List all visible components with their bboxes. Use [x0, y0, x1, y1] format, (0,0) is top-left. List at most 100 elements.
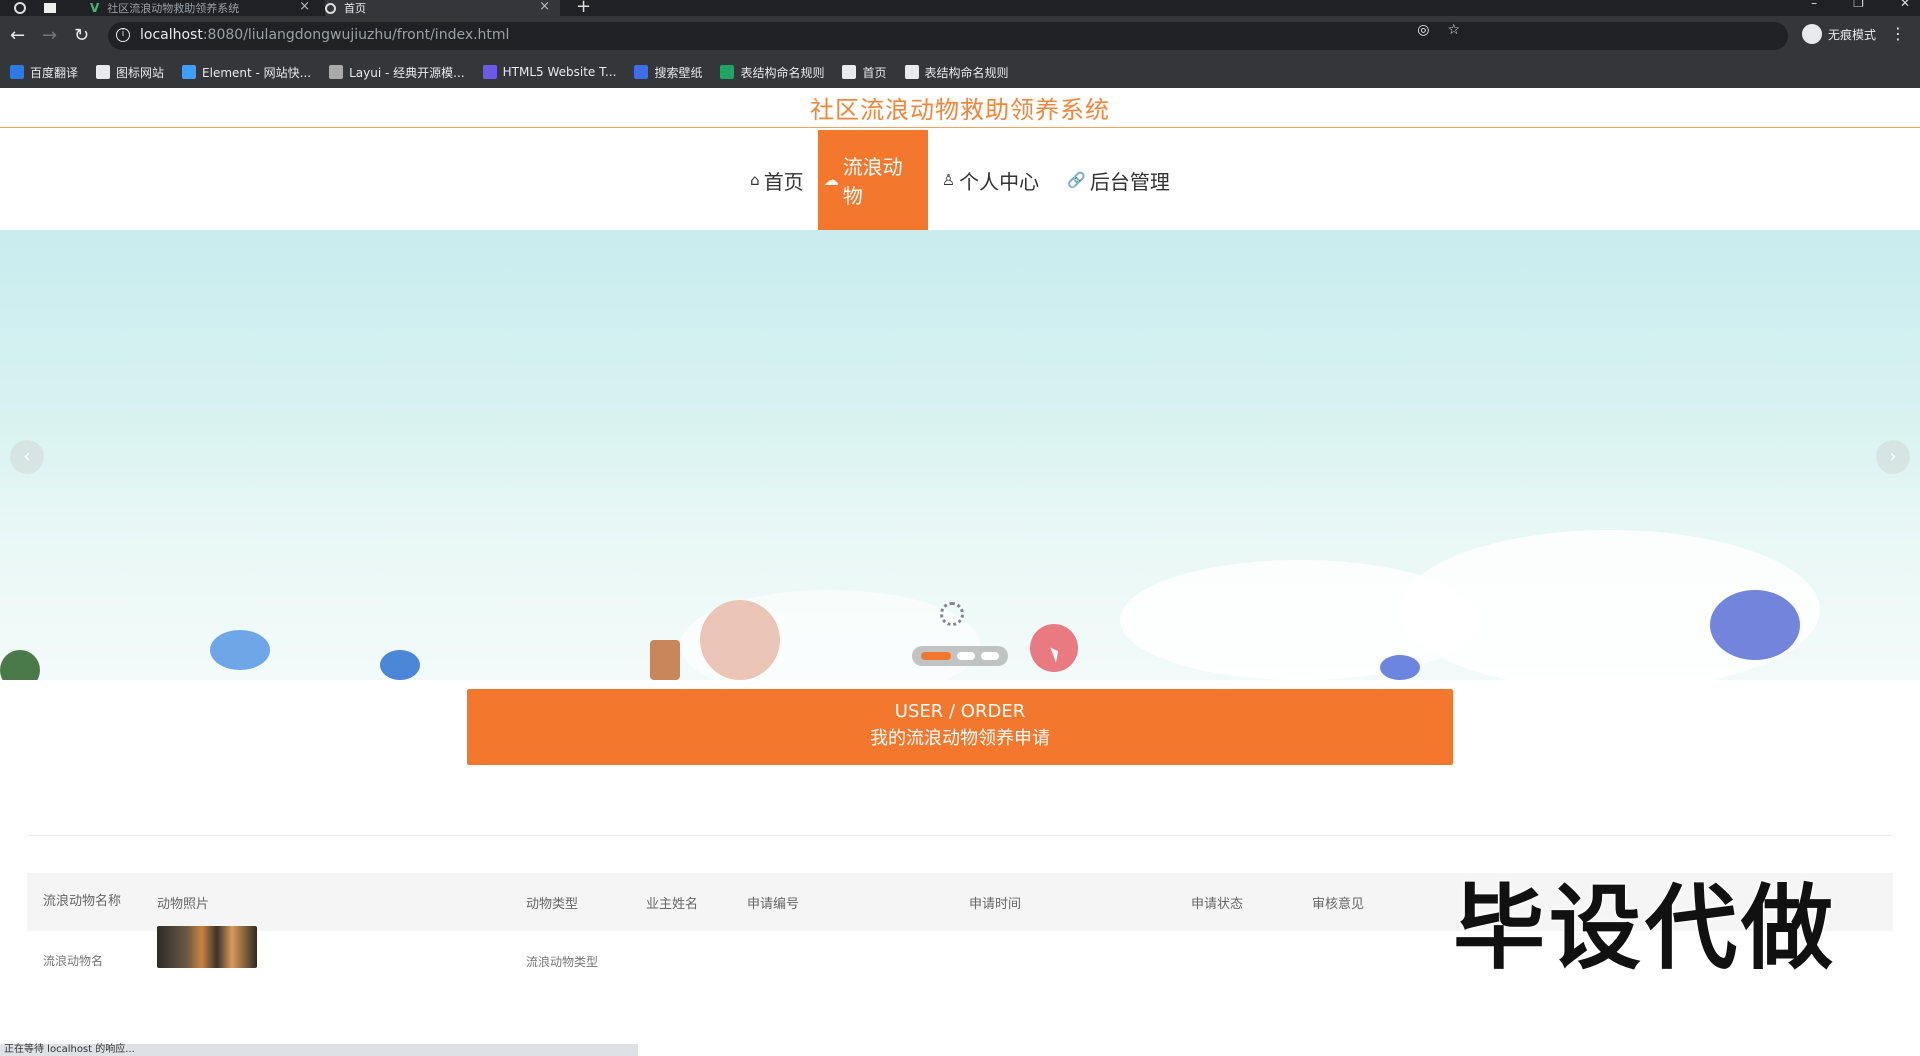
close-tab-icon[interactable]: ×	[539, 0, 550, 14]
table-header-cell: 申请编号	[747, 896, 800, 912]
flower-decoration	[700, 600, 780, 680]
close-tab-icon[interactable]: ×	[299, 0, 310, 14]
bookmark-icon	[329, 65, 344, 79]
bookmark-item[interactable]: Layui - 经典开源模...	[329, 64, 465, 81]
flower-decoration	[210, 630, 270, 670]
page-content: 社区流浪动物救助领养系统 ⌂ 首页 ☁ 流浪动物 ♙ 个人中心 🔗 后台管理 ‹ › USER…	[0, 88, 1920, 1056]
link-icon: 🔗	[1067, 171, 1086, 189]
window-icon[interactable]	[44, 3, 56, 13]
window-controls: – ❐ ✕	[1811, 0, 1910, 10]
nav-admin[interactable]: 🔗 后台管理	[1053, 130, 1184, 230]
bookmark-label: 百度翻译	[30, 65, 79, 80]
incognito-icon	[1801, 24, 1822, 44]
cloud-icon: ☁	[823, 171, 839, 189]
tab-strip-left	[14, 0, 56, 16]
tab-home[interactable]: 首页 ×	[325, 0, 560, 16]
flower-decoration	[1380, 655, 1420, 680]
bookmark-item[interactable]: Element - 网站快...	[182, 64, 311, 81]
restore-icon[interactable]: ❐	[1853, 0, 1864, 10]
nav-label: 后台管理	[1089, 169, 1170, 194]
tab-title: 社区流浪动物救助领养系统	[107, 2, 240, 15]
nav-label: 个人中心	[959, 169, 1040, 194]
user-icon: ♙	[941, 171, 956, 189]
site-title: 社区流浪动物救助领养系统	[0, 88, 1920, 128]
nav-label: 首页	[763, 169, 804, 194]
bookmark-icon	[842, 65, 857, 79]
table-header-cell: 流浪动物名称	[43, 894, 122, 909]
chrome-menu-icon[interactable]	[14, 2, 26, 14]
new-tab-button[interactable]: +	[576, 0, 591, 17]
incognito-indicator[interactable]: 无痕模式	[1801, 24, 1876, 44]
carousel-dot[interactable]	[921, 652, 951, 660]
carousel-dot[interactable]	[957, 652, 975, 660]
cell-animal-photo	[141, 926, 510, 968]
flower-decoration	[1710, 590, 1800, 660]
bookmark-item[interactable]: 搜索壁纸	[634, 64, 702, 81]
nav-label: 流浪动物	[842, 155, 903, 208]
order-header-banner: USER / ORDER 我的流浪动物领养申请	[467, 689, 1453, 765]
flower-decoration	[0, 650, 40, 680]
eye-off-icon[interactable]: ◎	[1417, 22, 1429, 38]
vue-icon: V	[90, 1, 100, 15]
bookmark-label: 图标网站	[116, 65, 165, 80]
forward-icon[interactable]: →	[42, 25, 57, 46]
home-icon: ⌂	[750, 171, 760, 189]
url-text[interactable]: localhost:8080/liulangdongwujiuzhu/front…	[140, 27, 509, 43]
bookmark-item[interactable]: 百度翻译	[10, 64, 78, 81]
bookmark-item[interactable]: 首页	[842, 64, 887, 81]
bookmark-label: HTML5 Website T...	[502, 65, 617, 79]
order-title-en: USER / ORDER	[894, 701, 1026, 722]
incognito-label: 无痕模式	[1827, 27, 1876, 42]
address-bar[interactable]: i localhost:8080/liulangdongwujiuzhu/fro…	[108, 22, 1788, 50]
menu-kebab-icon[interactable]: ⋮	[1890, 24, 1906, 43]
carousel-next-button[interactable]: ›	[1876, 440, 1910, 474]
bookmark-label: 搜索壁纸	[654, 65, 703, 80]
loading-spinner-icon	[940, 602, 964, 626]
divider	[27, 835, 1893, 836]
bookmark-item[interactable]: HTML5 Website T...	[482, 65, 617, 79]
flower-decoration	[380, 650, 420, 680]
bookmark-icon	[182, 65, 197, 79]
bookmark-icon	[904, 65, 919, 79]
bookmark-item[interactable]: 图标网站	[96, 64, 164, 81]
bookmark-label: Element - 网站快...	[202, 65, 312, 80]
bookmark-label: 表结构命名规则	[740, 65, 825, 80]
bookmark-item[interactable]: 表结构命名规则	[720, 64, 824, 81]
url-path: :8080/liulangdongwujiuzhu/front/index.ht…	[202, 27, 510, 43]
minimize-icon[interactable]: –	[1811, 0, 1817, 10]
tab-system[interactable]: V 社区流浪动物救助领养系统 ×	[90, 0, 320, 16]
bookmark-icon	[720, 65, 735, 79]
browser-status-bar: 正在等待 localhost 的响应...	[0, 1044, 638, 1056]
star-icon[interactable]: ☆	[1447, 22, 1460, 38]
tab-title: 首页	[344, 2, 366, 15]
flower-decoration	[650, 640, 680, 680]
url-host: localhost	[140, 27, 203, 43]
bookmark-icon	[634, 65, 649, 79]
nav-personal-center[interactable]: ♙ 个人中心	[928, 130, 1053, 230]
reload-icon[interactable]: ↻	[74, 25, 89, 46]
close-window-icon[interactable]: ✕	[1900, 0, 1910, 10]
bookmark-icon	[482, 65, 497, 79]
carousel-prev-button[interactable]: ‹	[10, 440, 44, 474]
cell-animal-name: 流浪动物名	[43, 954, 104, 968]
animal-photo-image[interactable]	[157, 926, 257, 968]
bookmark-label: Layui - 经典开源模...	[349, 65, 465, 80]
table-header-cell: 申请时间	[969, 896, 1022, 912]
bookmarks-bar: 百度翻译 图标网站 Element - 网站快... Layui - 经典开源模...…	[0, 56, 1920, 88]
carousel-indicators	[912, 646, 1008, 666]
address-bar-actions: ◎ ☆	[1417, 22, 1460, 38]
browser-tab-strip: V 社区流浪动物救助领养系统 × 首页 × + – ❐ ✕	[0, 0, 1920, 17]
watermark-text: 毕设代做	[1453, 875, 1838, 982]
browser-toolbar: ← → ↻ i localhost:8080/liulangdongwujiuz…	[0, 16, 1920, 56]
order-title-cn: 我的流浪动物领养申请	[870, 728, 1050, 749]
cell-animal-type: 流浪动物类型	[526, 954, 599, 969]
carousel-dot[interactable]	[981, 652, 999, 660]
back-icon[interactable]: ←	[10, 25, 25, 46]
bookmark-item[interactable]: 表结构命名规则	[904, 64, 1009, 81]
table-header-cell: 业主姓名	[646, 896, 699, 912]
nav-stray-animals[interactable]: ☁ 流浪动物	[817, 130, 928, 230]
bookmark-icon	[96, 65, 111, 79]
nav-home[interactable]: ⌂ 首页	[736, 130, 818, 230]
carousel-banner: ‹ ›	[0, 230, 1920, 680]
site-info-icon[interactable]: i	[116, 28, 130, 42]
